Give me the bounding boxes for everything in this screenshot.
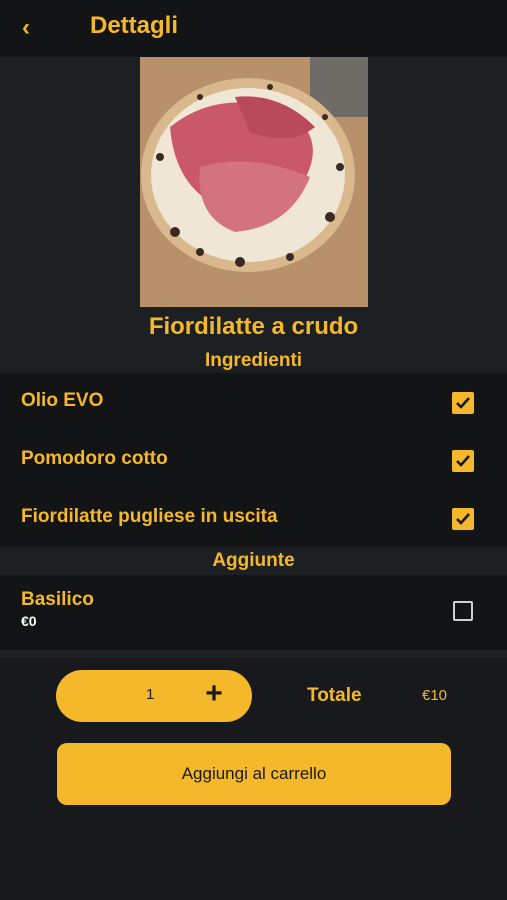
page-title: Dettagli [90, 12, 179, 39]
quantity-value: 1 [146, 686, 155, 703]
ingredient-checkbox[interactable] [452, 392, 474, 414]
divider [0, 650, 507, 658]
chevron-left-icon: ‹ [22, 14, 30, 41]
addon-checkbox[interactable] [453, 601, 473, 621]
total-label: Totale [307, 685, 362, 706]
check-icon [456, 513, 470, 525]
ingredients-heading: Ingredienti [204, 350, 303, 371]
ingredient-label: Fiordilatte pugliese in uscita [21, 506, 278, 527]
ingredient-label: Olio EVO [21, 390, 104, 411]
check-icon [456, 397, 470, 409]
ingredient-row[interactable]: Pomodoro cotto [0, 431, 507, 489]
check-icon [456, 455, 470, 467]
ingredient-row[interactable]: Fiordilatte pugliese in uscita [0, 489, 507, 547]
plus-icon[interactable]: + [196, 676, 232, 712]
back-button[interactable]: ‹ [22, 14, 50, 42]
ingredient-row[interactable]: Olio EVO [0, 373, 507, 431]
addon-label: Basilico [21, 589, 94, 610]
add-to-cart-button[interactable]: Aggiungi al carrello [57, 743, 451, 805]
product-name: Fiordilatte a crudo [148, 313, 359, 340]
app-header: ‹ Dettagli [0, 0, 507, 57]
total-value: €10 [422, 687, 448, 704]
product-image [140, 57, 368, 307]
ingredient-label: Pomodoro cotto [21, 448, 168, 469]
addons-header: Aggiunte [0, 547, 507, 575]
quantity-stepper[interactable]: 1 + [56, 670, 252, 722]
ingredient-checkbox[interactable] [452, 508, 474, 530]
addon-row[interactable]: Basilico €0 [0, 575, 507, 650]
ingredient-checkbox[interactable] [452, 450, 474, 472]
addons-heading: Aggiunte [212, 550, 295, 571]
product-hero: Fiordilatte a crudo Ingredienti [0, 57, 507, 373]
ingredients-list: Olio EVO Pomodoro cotto Fiordilatte pugl… [0, 373, 507, 547]
addon-price: €0 [21, 613, 37, 629]
